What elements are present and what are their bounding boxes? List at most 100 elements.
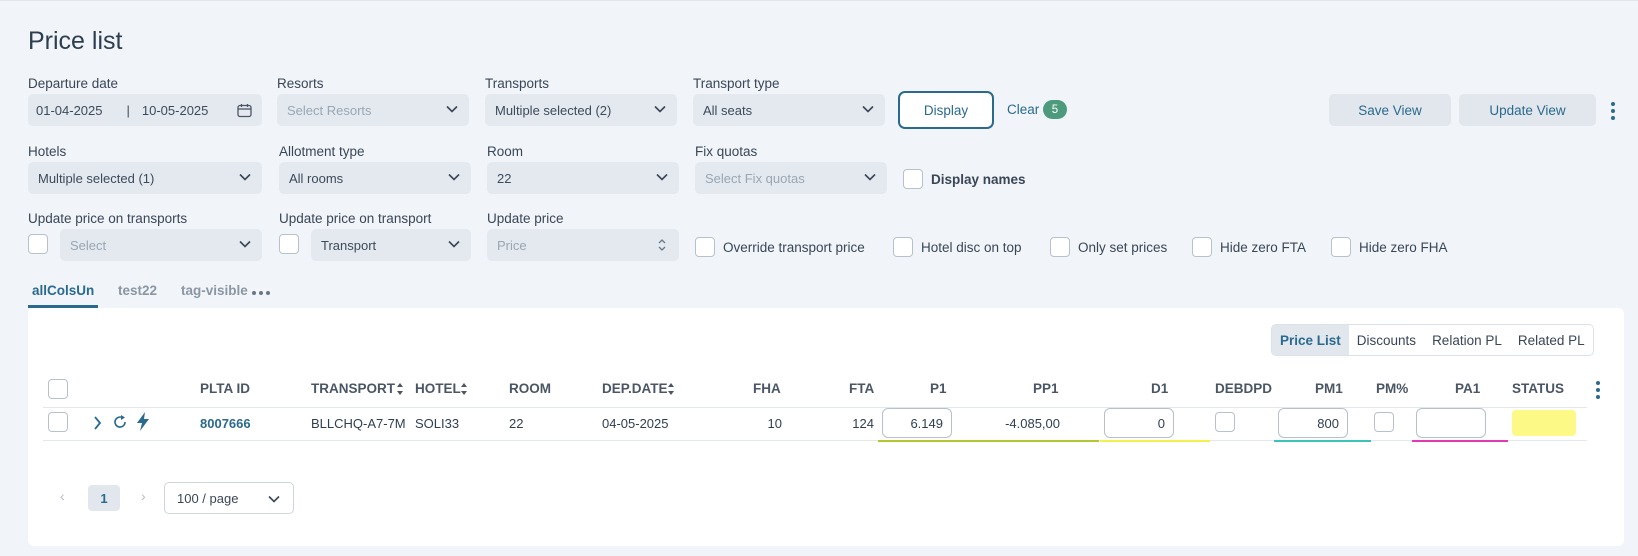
pa1-input[interactable]	[1416, 408, 1486, 438]
transports-label: Transports	[485, 76, 550, 91]
override-transport-price-checkbox[interactable]	[695, 237, 715, 257]
page-size-value: 100 / page	[177, 490, 239, 506]
d1-group-underline	[1100, 440, 1210, 442]
column-header-fha[interactable]: FHA	[753, 381, 781, 396]
chevron-down-icon	[864, 173, 876, 181]
page-title: Price list	[28, 27, 123, 55]
refresh-icon[interactable]	[112, 414, 128, 430]
column-header-plta-id[interactable]: PLTA ID	[200, 381, 250, 396]
column-header-pm-percent[interactable]: PM%	[1376, 381, 1408, 396]
update-price-input[interactable]: Price	[487, 229, 679, 261]
update-price-on-transport-value: Transport	[321, 237, 377, 253]
clear-button[interactable]: Clear	[1007, 102, 1039, 117]
resorts-label: Resorts	[277, 76, 324, 91]
display-names-label: Display names	[931, 172, 1026, 187]
allotment-type-select[interactable]: All rooms	[279, 162, 471, 194]
tab-tag-visible[interactable]: tag-visible	[181, 283, 248, 298]
hotel-disc-on-top-checkbox[interactable]	[893, 237, 913, 257]
departure-date-range[interactable]: 01-04-2025 | 10-05-2025	[28, 94, 262, 126]
segment-relation-pl[interactable]: Relation PL	[1424, 325, 1510, 355]
update-price-on-transports-placeholder: Select	[70, 237, 107, 253]
fix-quotas-label: Fix quotas	[695, 144, 758, 159]
segment-discounts[interactable]: Discounts	[1349, 325, 1424, 355]
date-from: 01-04-2025	[36, 102, 103, 118]
only-set-prices-label: Only set prices	[1078, 240, 1168, 255]
only-set-prices-checkbox[interactable]	[1050, 237, 1070, 257]
p1-group-underline	[878, 440, 1099, 442]
display-button[interactable]: Display	[898, 91, 994, 129]
column-header-transport[interactable]: TRANSPORT	[311, 381, 395, 396]
pm-percent-checkbox[interactable]	[1374, 412, 1394, 432]
update-price-on-transports-select[interactable]: Select	[60, 229, 262, 261]
hotels-select[interactable]: Multiple selected (1)	[28, 162, 262, 194]
hotels-label: Hotels	[28, 144, 67, 159]
pm1-group-underline	[1274, 440, 1371, 442]
allotment-type-value: All rooms	[289, 170, 344, 186]
sort-icon[interactable]	[396, 382, 404, 396]
column-header-pa1[interactable]: PA1	[1455, 381, 1480, 396]
segment-related-pl[interactable]: Related PL	[1510, 325, 1593, 355]
update-price-on-transports-label: Update price on transports	[28, 211, 188, 226]
update-price-on-transport-checkbox[interactable]	[279, 234, 299, 254]
display-names-checkbox[interactable]	[903, 169, 923, 189]
column-header-p1[interactable]: P1	[930, 381, 947, 396]
table-row	[43, 408, 1587, 441]
update-view-button[interactable]: Update View	[1459, 94, 1596, 126]
next-page-button[interactable]: ›	[141, 488, 146, 504]
save-view-button[interactable]: Save View	[1329, 94, 1451, 126]
chevron-down-icon	[268, 495, 280, 503]
date-to: 10-05-2025	[141, 102, 209, 118]
update-price-on-transport-select[interactable]: Transport	[311, 229, 471, 261]
column-header-room[interactable]: ROOM	[509, 381, 551, 396]
pm1-input[interactable]: 800	[1278, 408, 1348, 438]
column-header-pm1[interactable]: PM1	[1315, 381, 1343, 396]
debdpd-checkbox[interactable]	[1215, 412, 1235, 432]
chevron-right-icon[interactable]	[92, 415, 102, 431]
stepper-icon[interactable]	[657, 238, 667, 252]
tab-test22[interactable]: test22	[118, 283, 157, 298]
row-checkbox[interactable]	[48, 412, 68, 432]
page-size-select[interactable]: 100 / page	[164, 482, 294, 514]
column-header-fta[interactable]: FTA	[849, 381, 874, 396]
sort-icon[interactable]	[460, 382, 468, 396]
chevron-down-icon	[239, 240, 251, 248]
d1-input[interactable]: 0	[1104, 408, 1174, 438]
chevron-down-icon	[656, 173, 668, 181]
hide-zero-fha-checkbox[interactable]	[1331, 237, 1351, 257]
update-price-label: Update price	[487, 211, 564, 226]
hotel-disc-on-top-label: Hotel disc on top	[921, 240, 1022, 255]
p1-input[interactable]: 6.149	[882, 408, 952, 438]
update-price-on-transports-checkbox[interactable]	[28, 234, 48, 254]
clear-count-badge: 5	[1043, 100, 1067, 119]
transport-cell: BLLCHQ-A7-7M	[311, 416, 406, 431]
column-header-hotel[interactable]: HOTEL	[415, 381, 461, 396]
column-settings-icon[interactable]	[1594, 380, 1602, 400]
lightning-icon[interactable]	[136, 412, 150, 431]
column-header-status[interactable]: STATUS	[1512, 381, 1564, 396]
select-all-checkbox[interactable]	[48, 379, 68, 399]
fix-quotas-select[interactable]: Select Fix quotas	[695, 162, 887, 194]
departure-date-label: Departure date	[28, 76, 119, 91]
page-1-button[interactable]: 1	[88, 485, 120, 511]
room-select[interactable]: 22	[487, 162, 679, 194]
sort-icon[interactable]	[667, 382, 675, 396]
more-horizontal-icon[interactable]	[251, 290, 271, 296]
segment-price-list[interactable]: Price List	[1272, 325, 1349, 355]
plta-id-link[interactable]: 8007666	[200, 416, 251, 431]
transports-select[interactable]: Multiple selected (2)	[485, 94, 677, 126]
more-vertical-icon[interactable]	[1609, 101, 1617, 121]
tab-allcolsun[interactable]: allColsUn	[32, 283, 94, 298]
prev-page-button[interactable]: ‹	[60, 488, 65, 504]
room-label: Room	[487, 144, 524, 159]
hide-zero-fta-checkbox[interactable]	[1192, 237, 1212, 257]
column-header-d1[interactable]: D1	[1151, 381, 1168, 396]
room-cell: 22	[509, 416, 524, 431]
column-header-debdpd[interactable]: DEBDPD	[1215, 381, 1272, 396]
calendar-icon[interactable]	[237, 103, 252, 118]
transport-type-select[interactable]: All seats	[693, 94, 885, 126]
column-header-dep-date[interactable]: DEP.DATE	[602, 381, 668, 396]
column-header-pp1[interactable]: PP1	[1033, 381, 1059, 396]
hotel-cell: SOLI33	[415, 416, 460, 431]
resorts-select[interactable]: Select Resorts	[277, 94, 469, 126]
chevron-down-icon	[448, 240, 460, 248]
